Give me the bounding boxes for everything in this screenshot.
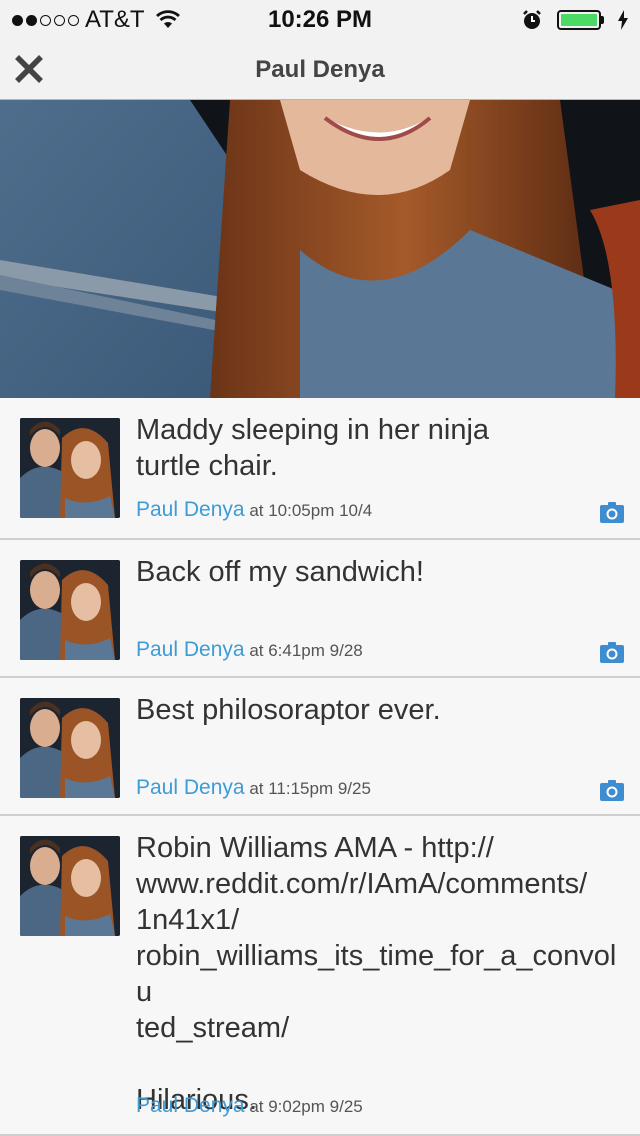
navigation-bar: Paul Denya	[0, 40, 640, 100]
post-timestamp: at 11:15pm 9/25	[249, 779, 371, 798]
avatar-image	[20, 560, 120, 660]
post-timestamp: at 9:02pm 9/25	[249, 1097, 363, 1116]
camera-icon[interactable]	[600, 502, 624, 523]
post-text: Robin Williams AMA - http:// www.reddit.…	[136, 832, 617, 1116]
battery-icon	[557, 10, 604, 30]
camera-icon[interactable]	[600, 642, 624, 663]
post-meta: Paul Denya at 11:15pm 9/25	[136, 776, 371, 800]
post-text: Best philosoraptor ever.	[136, 694, 441, 726]
feed-item[interactable]: Back off my sandwich! Paul Denya at 6:41…	[0, 540, 640, 678]
avatar-image	[20, 836, 120, 936]
avatar[interactable]	[20, 698, 120, 798]
post-text: Maddy sleeping in her ninja turtle chair…	[136, 414, 490, 482]
post-meta: Paul Denya at 6:41pm 9/28	[136, 638, 363, 662]
post-feed: Maddy sleeping in her ninja turtle chair…	[0, 398, 640, 1136]
avatar-image	[20, 418, 120, 518]
author-link[interactable]: Paul Denya	[136, 638, 245, 661]
author-link[interactable]: Paul Denya	[136, 498, 245, 521]
alarm-clock-icon	[523, 10, 541, 29]
author-link[interactable]: Paul Denya	[136, 1094, 245, 1117]
avatar[interactable]	[20, 418, 120, 518]
status-bar: AT&T 10:26 PM	[0, 0, 640, 40]
post-timestamp: at 10:05pm 10/4	[249, 501, 373, 520]
cover-photo-image	[0, 100, 640, 398]
post-text: Back off my sandwich!	[136, 556, 424, 588]
cover-photo[interactable]	[0, 100, 640, 398]
camera-icon[interactable]	[600, 780, 624, 801]
page-title: Paul Denya	[255, 55, 385, 83]
author-link[interactable]: Paul Denya	[136, 776, 245, 799]
feed-item[interactable]: Maddy sleeping in her ninja turtle chair…	[0, 398, 640, 540]
post-meta: Paul Denya at 10:05pm 10/4	[136, 498, 372, 522]
close-icon[interactable]	[12, 52, 46, 86]
post-meta: Paul Denya at 9:02pm 9/25	[136, 1094, 363, 1118]
feed-item[interactable]: Robin Williams AMA - http:// www.reddit.…	[0, 816, 640, 1136]
post-timestamp: at 6:41pm 9/28	[249, 641, 363, 660]
avatar-image	[20, 698, 120, 798]
charging-bolt-icon	[618, 10, 628, 30]
avatar[interactable]	[20, 560, 120, 660]
feed-item[interactable]: Best philosoraptor ever. Paul Denya at 1…	[0, 678, 640, 816]
avatar[interactable]	[20, 836, 120, 936]
